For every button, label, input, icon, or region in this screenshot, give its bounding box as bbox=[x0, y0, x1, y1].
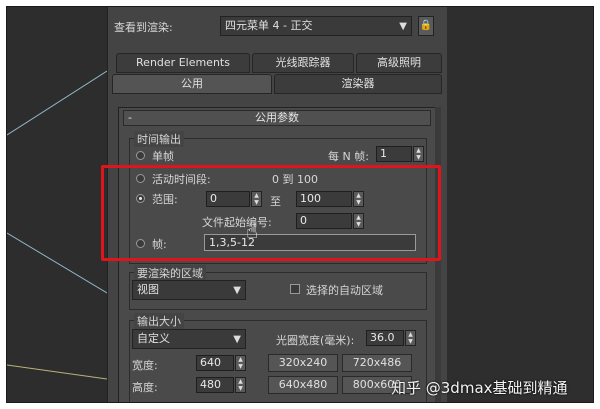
aperture-label: 光圈宽度(毫米): bbox=[276, 334, 355, 347]
preset-320x240-button[interactable]: 320x240 bbox=[268, 354, 338, 372]
output-preset-value: 自定义 bbox=[137, 332, 170, 345]
rollout-title: 公用参数 bbox=[255, 111, 299, 124]
area-dropdown[interactable]: 视图 ▼ bbox=[132, 280, 246, 300]
preset-640x480-button[interactable]: 640x480 bbox=[268, 376, 338, 394]
viewport-lines bbox=[7, 70, 107, 380]
every-n-input[interactable]: 1 bbox=[376, 146, 412, 162]
single-frame-label: 单帧 bbox=[152, 150, 174, 163]
view-to-render-dropdown[interactable]: 四元菜单 4 - 正交 ▼ bbox=[220, 16, 412, 36]
width-spinner[interactable]: ▲ ▼ bbox=[235, 355, 246, 371]
height-label: 高度: bbox=[132, 381, 158, 394]
height-input[interactable]: 480 bbox=[196, 377, 234, 393]
single-frame-radio[interactable] bbox=[136, 151, 145, 160]
chevron-down-icon: ▼ bbox=[399, 21, 407, 32]
rollout-header[interactable]: - 公用参数 bbox=[123, 110, 431, 126]
auto-region-checkbox[interactable] bbox=[290, 284, 300, 294]
every-n-label: 每 N 帧: bbox=[328, 150, 369, 163]
lock-icon[interactable]: 🔒 bbox=[418, 16, 434, 36]
tab-render-elements[interactable]: Render Elements bbox=[116, 53, 250, 73]
output-size-group: 输出大小 自定义 ▼ 光圈宽度(毫米): 36.0 ▲ ▼ 宽度: 640 ▲ ▼ … bbox=[129, 313, 427, 402]
height-spinner[interactable]: ▲ ▼ bbox=[235, 377, 246, 393]
time-output-title: 时间输出 bbox=[134, 131, 184, 147]
width-input[interactable]: 640 bbox=[196, 355, 234, 371]
output-preset-dropdown[interactable]: 自定义 ▼ bbox=[132, 329, 246, 349]
tab-advanced-lighting[interactable]: 高级照明 bbox=[356, 53, 442, 73]
view-to-render-value: 四元菜单 4 - 正交 bbox=[225, 19, 313, 32]
auto-region-label: 选择的自动区域 bbox=[306, 284, 383, 297]
output-size-title: 输出大小 bbox=[134, 313, 184, 329]
viewport-area[interactable] bbox=[7, 7, 107, 402]
aperture-spinner[interactable]: ▲ ▼ bbox=[405, 330, 416, 346]
viewport-area-right bbox=[447, 7, 593, 402]
collapse-icon: - bbox=[128, 111, 132, 124]
screenshot-frame: 查看到渲染: 四元菜单 4 - 正交 ▼ 🔒 Render Elements 光… bbox=[6, 6, 594, 403]
width-label: 宽度: bbox=[132, 359, 158, 372]
area-value: 视图 bbox=[137, 283, 159, 296]
every-n-spinner[interactable]: ▲ ▼ bbox=[413, 146, 424, 162]
watermark-text: 知乎 @3dmax基础到精通 bbox=[391, 379, 568, 397]
aperture-input[interactable]: 36.0 bbox=[366, 330, 404, 346]
area-to-render-group: 要渲染的区域 视图 ▼ 选择的自动区域 bbox=[129, 265, 427, 310]
chevron-down-icon: ▼ bbox=[233, 334, 241, 345]
tab-raytracer[interactable]: 光线跟踪器 bbox=[252, 53, 354, 73]
chevron-down-icon: ▼ bbox=[233, 285, 241, 296]
highlight-box bbox=[101, 165, 441, 261]
preset-720x486-button[interactable]: 720x486 bbox=[342, 354, 412, 372]
tab-common[interactable]: 公用 bbox=[112, 74, 272, 94]
area-to-render-title: 要渲染的区域 bbox=[134, 265, 206, 281]
view-to-render-label: 查看到渲染: bbox=[114, 21, 173, 34]
tab-renderer[interactable]: 渲染器 bbox=[274, 74, 442, 94]
